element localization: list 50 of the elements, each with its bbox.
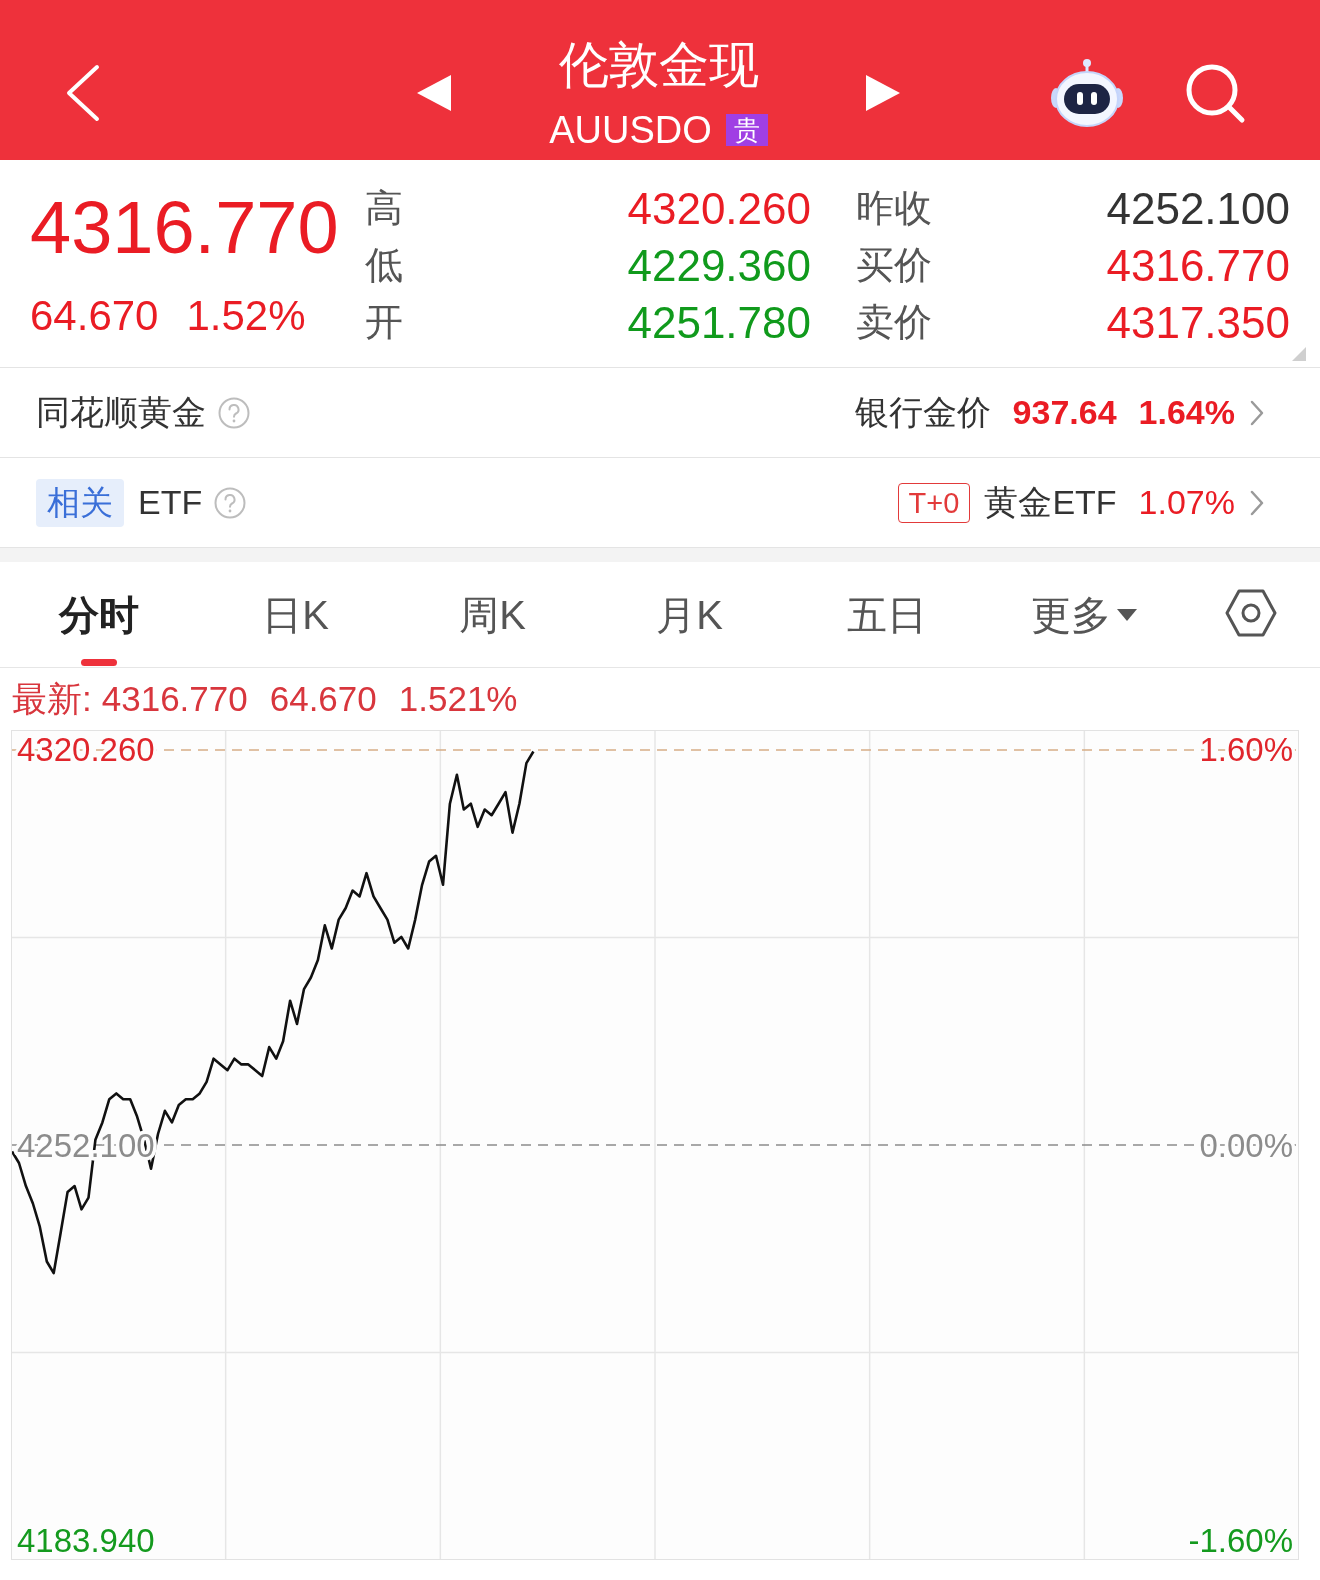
chevron-right-icon[interactable]	[1249, 488, 1265, 517]
percent-change: 1.07%	[1138, 483, 1235, 522]
header-title: 伦敦金现	[558, 36, 759, 93]
tab[interactable]: 周K	[394, 562, 591, 667]
latest-price: 4316.770	[101, 679, 248, 719]
next-arrow-icon[interactable]	[866, 75, 900, 111]
tab[interactable]: 更多	[985, 562, 1182, 667]
related-tag: 相关	[36, 478, 124, 527]
trading-badge: T+0	[897, 482, 971, 523]
stat-label: 卖价	[855, 300, 930, 345]
latest-percent: 1.521%	[398, 679, 518, 719]
row-title: 同花顺黄金	[36, 391, 206, 433]
stat-value: 4317.350	[1105, 297, 1290, 348]
percent-change: 1.64%	[1138, 393, 1235, 432]
tab[interactable]: 月K	[591, 562, 788, 667]
percent-change: 1.52%	[186, 291, 306, 341]
stat-value: 4316.770	[1105, 240, 1290, 291]
last-price: 4316.770	[30, 185, 340, 271]
category-badge: 贵	[725, 113, 768, 146]
axis-label: 1.60%	[1198, 731, 1293, 768]
row-title: ETF	[138, 483, 203, 522]
stat-label: 昨收	[855, 186, 930, 231]
axis-label: -1.60%	[1187, 1521, 1293, 1558]
stat-label: 高	[365, 186, 404, 231]
stat-value: 4252.100	[1105, 183, 1290, 234]
previous-arrow-icon[interactable]	[417, 75, 451, 111]
tab[interactable]: 五日	[788, 562, 985, 667]
latest-label: 最新:	[12, 677, 92, 720]
tab[interactable]: 日K	[197, 562, 394, 667]
bank-price: 937.64	[1012, 393, 1117, 432]
stat-label: 买价	[855, 243, 930, 288]
axis-label: 4183.940	[16, 1521, 155, 1558]
settings-icon[interactable]	[1225, 588, 1277, 637]
row-label: 银行金价	[854, 391, 991, 433]
back-icon[interactable]	[66, 64, 100, 122]
stat-value: 4251.780	[626, 297, 811, 348]
search-icon[interactable]	[1184, 62, 1246, 124]
price-change: 64.670	[30, 291, 159, 341]
robot-icon[interactable]	[1050, 58, 1124, 128]
stat-label: 低	[365, 243, 404, 288]
selected-indicator	[80, 659, 117, 666]
chevron-right-icon[interactable]	[1249, 398, 1265, 427]
stat-value: 4320.260	[626, 183, 811, 234]
stat-value: 4229.360	[626, 240, 811, 291]
latest-change: 64.670	[269, 679, 377, 719]
axis-label: 4320.260	[16, 731, 155, 768]
tab[interactable]: 分时	[0, 562, 197, 667]
row-label: 黄金ETF	[984, 481, 1117, 523]
symbol-code: AUUSDO	[549, 109, 712, 150]
stat-label: 开	[365, 300, 404, 345]
